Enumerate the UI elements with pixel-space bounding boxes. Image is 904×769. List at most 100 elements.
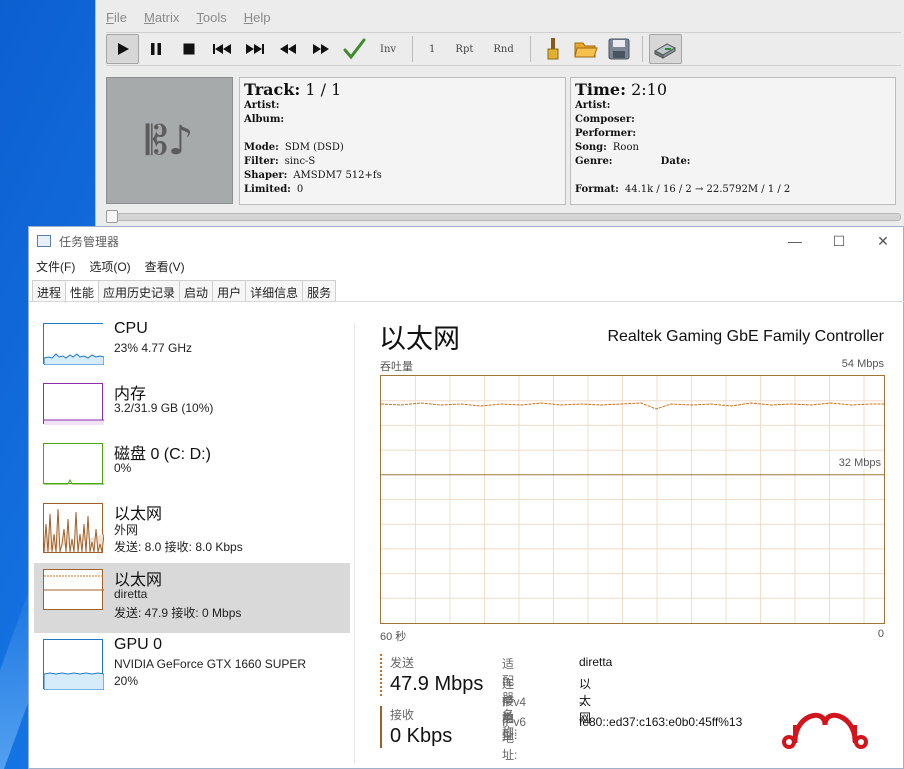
open-folder-button[interactable] — [570, 34, 603, 64]
perf-item-ethernet-diretta[interactable]: 以太网 diretta 发送: 47.9 接收: 0 Mbps — [34, 563, 350, 633]
menu-help[interactable]: Help — [234, 6, 278, 28]
minimize-button[interactable]: — — [773, 230, 817, 252]
close-button[interactable]: ✕ — [861, 230, 904, 252]
composer-label: Composer: — [575, 114, 635, 125]
shaper-value: AMSDM7 512+fs — [293, 170, 382, 181]
rewind-button[interactable] — [271, 34, 304, 64]
graph-mid-label: 32 Mbps — [837, 457, 882, 469]
artist-label: Artist: — [244, 100, 280, 111]
tab-processes[interactable]: 进程 — [32, 280, 67, 301]
play-button[interactable] — [106, 34, 139, 64]
artist-label: Artist: — [575, 100, 611, 111]
player-menubar: File Matrix Tools Help — [96, 6, 904, 28]
previous-button[interactable] — [205, 34, 238, 64]
send-value: 47.9 Mbps — [390, 673, 484, 695]
stop-icon — [183, 43, 194, 55]
song-value: Roon — [612, 142, 639, 153]
menu-tools[interactable]: Tools — [186, 6, 233, 28]
cpu-thumbnail-graph — [43, 323, 104, 365]
tab-divider — [29, 301, 904, 302]
song-label: Song: — [575, 142, 607, 153]
random-button[interactable]: Rnd — [483, 44, 523, 55]
next-button[interactable] — [238, 34, 271, 64]
track-label: Track: — [244, 80, 301, 99]
perf-item-subtitle: 0% — [114, 461, 132, 475]
task-manager-icon — [37, 235, 51, 247]
perf-item-subtitle: NVIDIA GeForce GTX 1660 SUPER — [114, 657, 307, 671]
inv-button[interactable]: Inv — [370, 44, 406, 55]
tab-users[interactable]: 用户 — [212, 280, 247, 301]
perf-item-title: GPU 0 — [114, 636, 163, 653]
device-button[interactable] — [648, 34, 682, 64]
perf-item-detail: 发送: 47.9 接收: 0 Mbps — [114, 606, 242, 620]
seek-handle[interactable] — [106, 210, 118, 223]
time-value: 2:10 — [631, 80, 668, 99]
limited-value: 0 — [296, 184, 304, 195]
throughput-chart — [381, 376, 884, 623]
diretta-logo — [782, 712, 868, 749]
menu-file[interactable]: 文件(F) — [29, 255, 82, 277]
repeat-button[interactable]: Rpt — [445, 44, 483, 55]
graph-max-label: 54 Mbps — [841, 358, 884, 370]
fast-forward-icon — [312, 44, 329, 54]
folder-open-icon — [574, 42, 598, 58]
count-button[interactable]: 1 — [419, 44, 445, 55]
maximize-button[interactable]: ☐ — [817, 230, 861, 252]
prop-value: diretta — [579, 655, 613, 669]
perf-item-detail: 发送: 8.0 接收: 8.0 Kbps — [114, 540, 243, 554]
date-label: Date: — [660, 156, 691, 167]
ethernet-wan-thumbnail-graph — [43, 503, 104, 553]
toolbar-separator — [529, 36, 531, 62]
audio-device-icon — [654, 43, 677, 59]
gpu-thumbnail-graph — [43, 639, 104, 690]
player-window: File Matrix Tools Help Inv 1 Rpt Rnd 𝄡♪ … — [95, 0, 904, 228]
seek-bar[interactable] — [106, 213, 901, 221]
save-button[interactable] — [603, 34, 636, 64]
filter-value: sinc-S — [284, 156, 316, 167]
ethernet-diretta-thumbnail-graph — [43, 569, 104, 610]
panel-divider[interactable] — [354, 323, 355, 763]
minimize-icon: — — [788, 233, 802, 249]
rewind-icon — [279, 44, 296, 54]
clear-button[interactable] — [537, 34, 570, 64]
performer-label: Performer: — [575, 128, 637, 139]
prop-key: IPv6 地址: — [502, 715, 527, 762]
tab-details[interactable]: 详细信息 — [245, 280, 304, 301]
format-label: Format: — [575, 184, 619, 195]
perf-item-gpu[interactable]: GPU 0 NVIDIA GeForce GTX 1660 SUPER 20% — [34, 633, 350, 703]
menu-file[interactable]: File — [96, 6, 134, 28]
menu-options[interactable]: 选项(O) — [82, 255, 137, 277]
time-info-panel: Time: 2:10 Artist: Composer: Performer: … — [570, 77, 896, 205]
receive-stat: 接收 0 Kbps — [380, 706, 452, 748]
tab-bar: 进程 性能 应用历史记录 启动 用户 详细信息 服务 — [32, 280, 337, 303]
pause-icon — [150, 43, 161, 55]
mode-label: Mode: — [244, 142, 279, 153]
fast-forward-button[interactable] — [304, 34, 337, 64]
play-icon — [117, 43, 129, 55]
graph-label: 吞吐量 — [380, 361, 413, 373]
confirm-button[interactable] — [337, 34, 370, 64]
pause-button[interactable] — [139, 34, 172, 64]
perf-item-ethernet-wan[interactable]: 以太网 外网 发送: 8.0 接收: 8.0 Kbps — [34, 497, 350, 557]
mode-value: SDM (DSD) — [284, 142, 344, 153]
panel-scrollbar[interactable] — [900, 77, 904, 205]
detail-title: 以太网 — [379, 324, 460, 354]
filter-label: Filter: — [244, 156, 279, 167]
window-title: 任务管理器 — [59, 235, 120, 249]
player-toolbar: Inv 1 Rpt Rnd — [106, 32, 901, 66]
tab-services[interactable]: 服务 — [302, 280, 337, 301]
graph-x-right-label: 0 — [877, 628, 884, 640]
tab-performance[interactable]: 性能 — [65, 280, 100, 303]
album-label: Album: — [244, 114, 285, 125]
toolbar-separator — [412, 36, 414, 62]
stop-button[interactable] — [172, 34, 205, 64]
skip-forward-icon — [245, 44, 264, 54]
task-manager-menubar: 文件(F) 选项(O) 查看(V) — [29, 255, 904, 277]
receive-label: 接收 — [390, 708, 415, 722]
menu-view[interactable]: 查看(V) — [138, 255, 192, 277]
tab-app-history[interactable]: 应用历史记录 — [98, 280, 181, 301]
menu-matrix[interactable]: Matrix — [134, 6, 186, 28]
time-label: Time: — [575, 80, 626, 99]
title-bar[interactable]: 任务管理器 — ☐ ✕ — [29, 227, 904, 255]
tab-startup[interactable]: 启动 — [179, 280, 214, 301]
